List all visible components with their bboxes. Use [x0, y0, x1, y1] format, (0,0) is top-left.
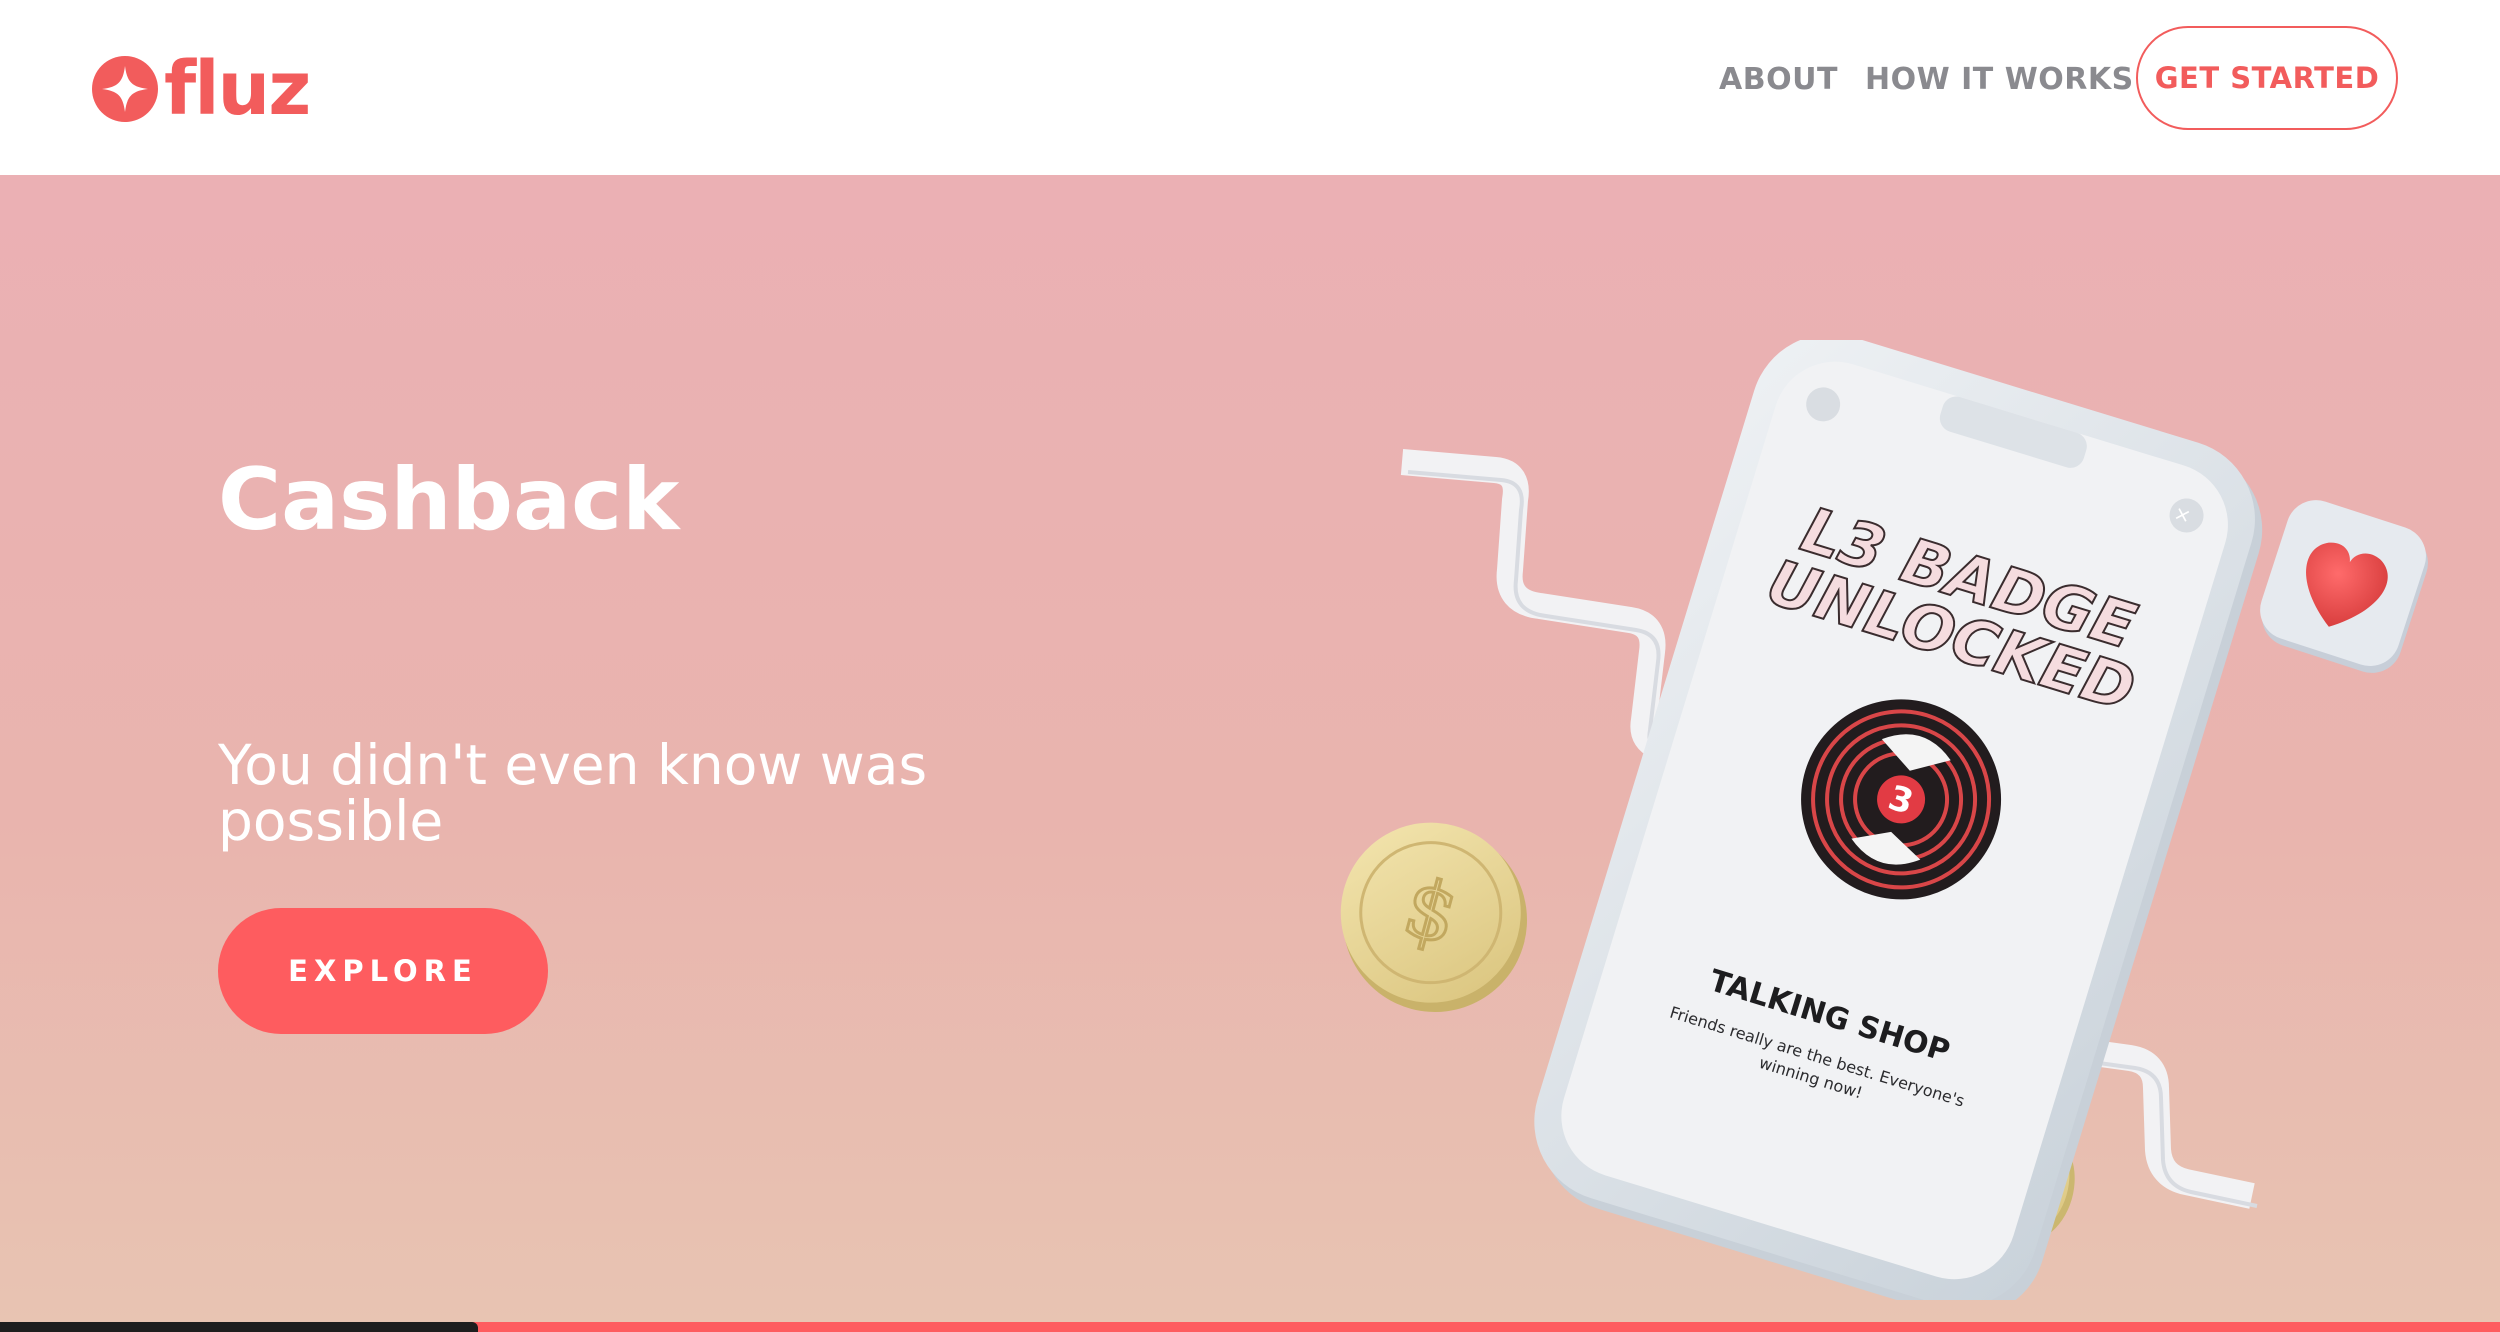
- hero-subtitle: You didn't even know was possible: [218, 733, 928, 853]
- hero-title: Cashback: [218, 450, 680, 550]
- nav-about[interactable]: ABOUT: [1719, 62, 1838, 97]
- fluz-logo[interactable]: fluz: [92, 46, 311, 132]
- coin-large: $: [1340, 822, 1527, 1012]
- hero-illustration: $ $ × L3 BADGE UNLOCKED: [1340, 340, 2428, 1300]
- get-started-button[interactable]: GET STARTED: [2136, 26, 2398, 130]
- page: fluz ABOUT HOW IT WORKS GET STARTED Cash…: [0, 0, 2500, 1332]
- heart-tile: [2260, 500, 2428, 673]
- site-header: fluz ABOUT HOW IT WORKS GET STARTED: [0, 0, 2500, 175]
- sparkle-star-icon: [92, 56, 158, 122]
- logo-wordmark: fluz: [164, 46, 311, 132]
- nav-how-it-works[interactable]: HOW IT WORKS: [1865, 62, 2134, 97]
- bottom-dark-segment: [0, 1322, 478, 1332]
- explore-button[interactable]: EXPLORE: [218, 908, 548, 1034]
